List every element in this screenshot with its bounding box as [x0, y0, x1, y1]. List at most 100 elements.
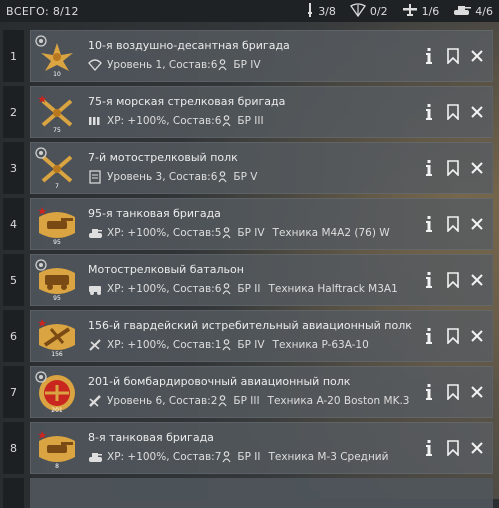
- unit-details: ХР: +100%, Состав:5 БР IV Техника M4A2 (…: [88, 226, 390, 240]
- truck-icon: [88, 282, 102, 296]
- bomber-icon: [88, 394, 102, 408]
- info-icon[interactable]: [418, 213, 440, 235]
- unit-title: 10-я воздушно-десантная бригада: [88, 39, 290, 52]
- squad-row[interactable]: 3 7 7-й мотострелковый полк Уровень 3, С…: [0, 142, 499, 194]
- bookmark-icon[interactable]: [442, 213, 464, 235]
- unit-vehicle: Техника A-20 Boston MK.3: [267, 395, 410, 407]
- info-icon[interactable]: [418, 101, 440, 123]
- unit-title: 95-я танковая бригада: [88, 207, 221, 220]
- close-icon[interactable]: [466, 213, 488, 235]
- unit-details: ХР: +100%, Состав:6 БР II Техника Halftr…: [88, 282, 398, 296]
- row-number: 8: [3, 422, 24, 474]
- battle-rating: БР III: [237, 115, 264, 127]
- close-icon[interactable]: [466, 45, 488, 67]
- bookmark-icon[interactable]: [442, 269, 464, 291]
- unit-level-label: 75: [53, 127, 61, 134]
- battle-rating: БР IV: [237, 339, 265, 351]
- squad-row[interactable]: 1 10 10-я воздушно-десантная бригада Уро…: [0, 30, 499, 82]
- row-number: 1: [3, 30, 24, 82]
- unit-details: ХР: +100%, Состав:6 БР III: [88, 114, 272, 128]
- close-icon[interactable]: [466, 381, 488, 403]
- squad-row[interactable]: 6 156 156-й гвардейский истребительный а…: [0, 310, 499, 362]
- squad-card-partial[interactable]: [30, 478, 493, 508]
- squad-row[interactable]: 4 95 95-я танковая бригада ХР: +100%, Со…: [0, 198, 499, 250]
- info-icon[interactable]: [418, 45, 440, 67]
- tank-icon: [88, 226, 102, 240]
- row-actions: [416, 213, 488, 235]
- squad-row[interactable]: 2 75 75-я морская стрелковая бригада ХР:…: [0, 86, 499, 138]
- bookmark-icon[interactable]: [442, 45, 464, 67]
- unit-level-label: 156: [51, 351, 63, 358]
- squad-card[interactable]: 8 8-я танковая бригада ХР: +100%, Состав…: [30, 422, 493, 474]
- bookmark-icon[interactable]: [442, 101, 464, 123]
- battle-rating: БР V: [233, 171, 258, 183]
- squad-row[interactable]: 7 201 201-й бомбардировочный авиационный…: [0, 366, 499, 418]
- close-icon[interactable]: [466, 101, 488, 123]
- close-icon[interactable]: [466, 269, 488, 291]
- squad-card[interactable]: 10 10-я воздушно-десантная бригада Урове…: [30, 30, 493, 82]
- unit-emblem-icon: 95: [38, 207, 75, 246]
- info-icon[interactable]: [418, 325, 440, 347]
- unit-title: 75-я морская стрелковая бригада: [88, 95, 286, 108]
- row-actions: [416, 437, 488, 459]
- stat-tanks: 4/6: [453, 4, 493, 19]
- unit-emblem-icon: 75: [38, 95, 73, 134]
- battle-rating: БР II: [237, 451, 261, 463]
- row-number-partial: [3, 478, 24, 508]
- close-icon[interactable]: [466, 157, 488, 179]
- unit-level-label: 95: [53, 295, 61, 302]
- unit-details: ХР: +100%, Состав:1 БР IV Техника P-63A-…: [88, 338, 369, 352]
- row-actions: [416, 381, 488, 403]
- squad-card[interactable]: 95 95-я танковая бригада ХР: +100%, Сост…: [30, 198, 493, 250]
- row-actions: [416, 101, 488, 123]
- soldier-icon: [222, 115, 231, 127]
- unit-emblem-icon: 156: [38, 319, 75, 358]
- row-number: 2: [3, 86, 24, 138]
- squad-card[interactable]: 7 7-й мотострелковый полк Уровень 3, Сос…: [30, 142, 493, 194]
- row-number: 3: [3, 142, 24, 194]
- unit-vehicle: Техника Halftrack M3A1: [268, 283, 398, 295]
- squad-card[interactable]: 75 75-я морская стрелковая бригада ХР: +…: [30, 86, 493, 138]
- row-number: 6: [3, 310, 24, 362]
- squad-row[interactable]: 8 8 8-я танковая бригада ХР: +100%, Сост…: [0, 422, 499, 474]
- stat-infantry: 3/8: [306, 2, 336, 20]
- unit-details: Уровень 6, Состав:2 БР III Техника A-20 …: [88, 394, 409, 408]
- unit-title: 8-я танковая бригада: [88, 431, 214, 444]
- soldier-icon: [222, 451, 231, 463]
- info-icon[interactable]: [418, 157, 440, 179]
- close-icon[interactable]: [466, 325, 488, 347]
- infantry-icon: [306, 2, 318, 20]
- info-icon[interactable]: [418, 381, 440, 403]
- squad-card[interactable]: 201 201-й бомбардировочный авиационный п…: [30, 366, 493, 418]
- unit-level-label: 8: [55, 463, 59, 470]
- fighter-icon: [88, 338, 102, 352]
- info-icon[interactable]: [418, 437, 440, 459]
- unit-vehicle: Техника M4A2 (76) W: [272, 227, 390, 239]
- bookmark-icon[interactable]: [442, 325, 464, 347]
- soldier-icon: [222, 227, 231, 239]
- unit-detail-text: ХР: +100%, Состав:6: [107, 115, 222, 127]
- unit-detail-text: ХР: +100%, Состав:6: [107, 283, 222, 295]
- battle-rating: БР III: [233, 395, 260, 407]
- squad-card[interactable]: 95 Мотострелковый батальон ХР: +100%, Со…: [30, 254, 493, 306]
- stat-paratroopers: 0/2: [349, 2, 388, 20]
- unit-emblem-icon: 201: [35, 371, 75, 414]
- squad-row[interactable]: 5 95 Мотострелковый батальон ХР: +100%, …: [0, 254, 499, 306]
- soldier-icon: [218, 171, 227, 183]
- bookmark-icon[interactable]: [442, 437, 464, 459]
- parachute-icon: [88, 58, 102, 72]
- unit-detail-text: ХР: +100%, Состав:5: [107, 227, 222, 239]
- row-actions: [416, 269, 488, 291]
- squad-card[interactable]: 156 156-й гвардейский истребительный ави…: [30, 310, 493, 362]
- stat-aircraft: 1/6: [402, 3, 439, 20]
- total-count: ВСЕГО: 8/12: [6, 4, 79, 18]
- unit-detail-text: Уровень 1, Состав:6: [107, 59, 218, 71]
- bookmark-icon[interactable]: [442, 157, 464, 179]
- unit-title: Мотострелковый батальон: [88, 263, 244, 276]
- info-icon[interactable]: [418, 269, 440, 291]
- unit-details: Уровень 1, Состав:6 БР IV: [88, 58, 269, 72]
- unit-emblem-icon: 95: [35, 259, 75, 302]
- unit-detail-text: ХР: +100%, Состав:7: [107, 451, 222, 463]
- close-icon[interactable]: [466, 437, 488, 459]
- bookmark-icon[interactable]: [442, 381, 464, 403]
